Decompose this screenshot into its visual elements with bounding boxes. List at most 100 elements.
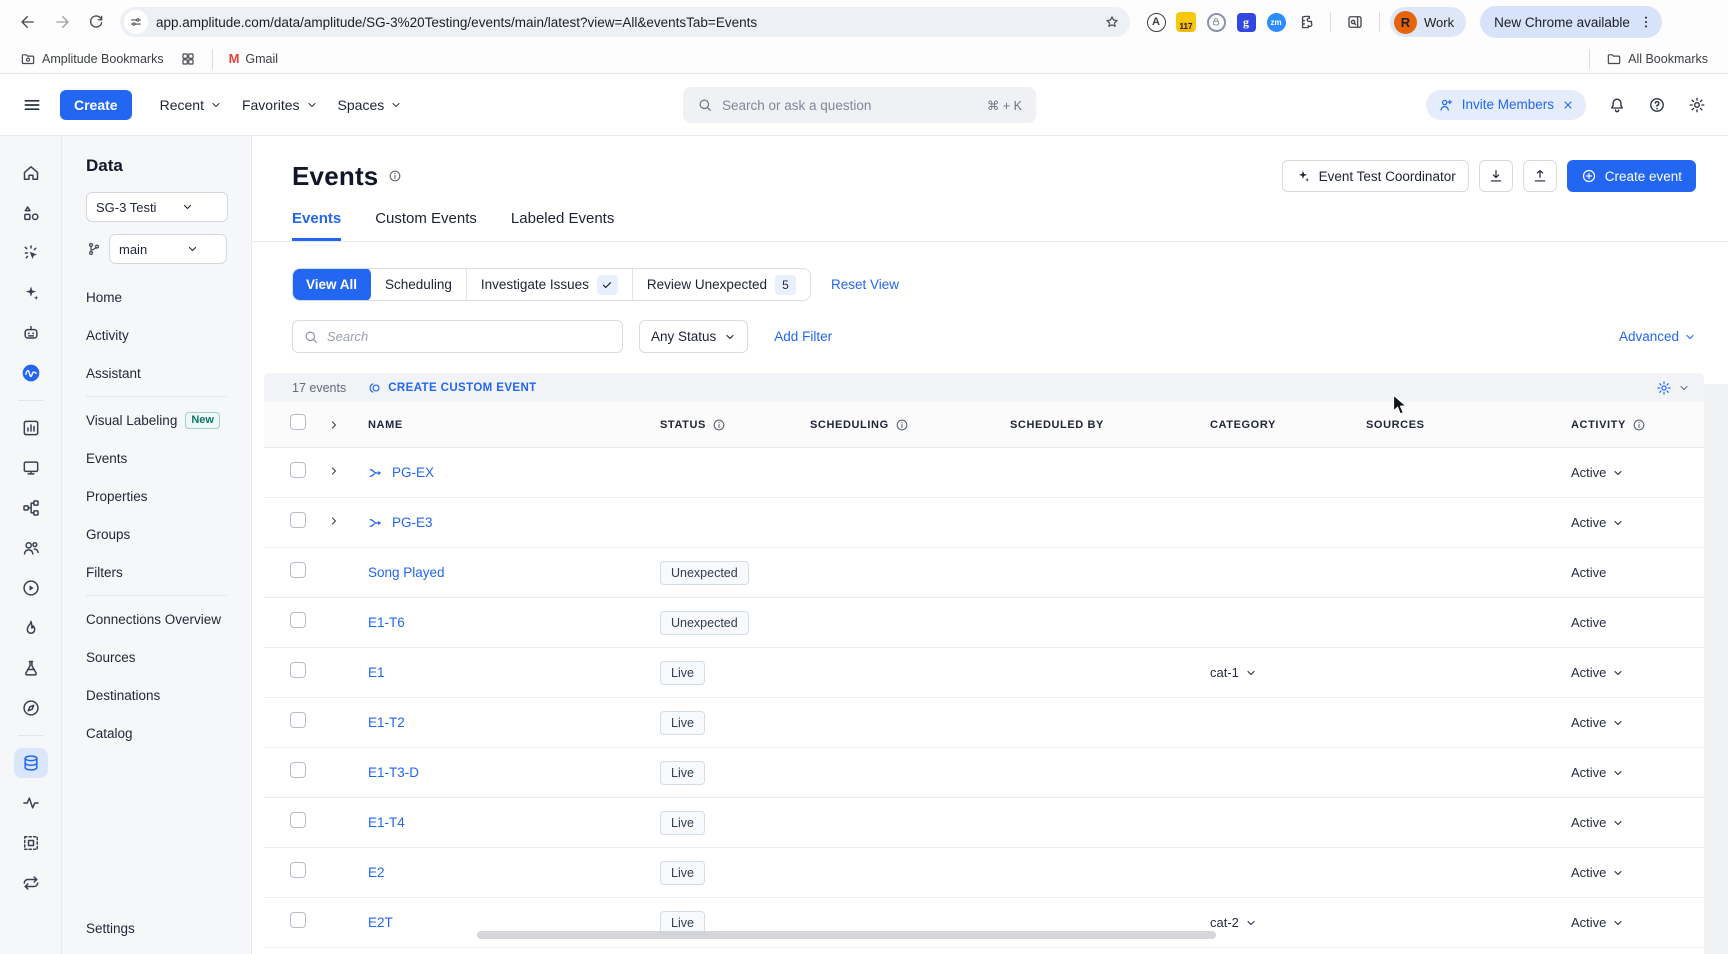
settings-gear-icon[interactable] xyxy=(1688,96,1706,114)
reset-view-link[interactable]: Reset View xyxy=(831,277,899,292)
event-name-link[interactable]: E1 xyxy=(368,665,385,680)
expand-row-chevron-icon[interactable] xyxy=(328,515,340,527)
table-search-input[interactable] xyxy=(327,329,612,344)
rail-item-amplitude-logo[interactable] xyxy=(14,358,48,388)
forward-button[interactable] xyxy=(48,8,76,36)
row-checkbox[interactable] xyxy=(290,762,306,778)
sidebar-item-catalog[interactable]: Catalog xyxy=(86,714,251,752)
extension-a[interactable]: A xyxy=(1146,12,1166,32)
info-icon[interactable] xyxy=(712,418,726,432)
info-icon[interactable] xyxy=(895,418,909,432)
sidebar-item-visual-labeling[interactable]: Visual LabelingNew xyxy=(86,401,251,439)
extension-g[interactable]: g xyxy=(1236,12,1256,32)
sidebar-item-sources[interactable]: Sources xyxy=(86,638,251,676)
rail-item-session-replay[interactable] xyxy=(14,573,48,603)
info-icon[interactable] xyxy=(1632,418,1646,432)
event-name-link[interactable]: E2 xyxy=(368,865,385,880)
activity-select[interactable]: Active xyxy=(1571,765,1704,780)
create-button[interactable]: Create xyxy=(60,90,132,120)
row-checkbox[interactable] xyxy=(290,462,306,478)
sidebar-item-settings[interactable]: Settings xyxy=(86,921,135,936)
sidebar-item-groups[interactable]: Groups xyxy=(86,515,251,553)
global-search-input[interactable] xyxy=(722,98,978,113)
tab-labeled-events[interactable]: Labeled Events xyxy=(511,210,614,241)
column-settings-gear-icon[interactable] xyxy=(1656,380,1672,396)
close-icon[interactable] xyxy=(1562,99,1574,111)
row-checkbox[interactable] xyxy=(290,712,306,728)
global-search[interactable]: ⌘ + K xyxy=(683,87,1036,123)
event-name-link[interactable]: PG-E3 xyxy=(392,515,433,530)
rail-item-signals[interactable] xyxy=(14,788,48,818)
chrome-menu-icon[interactable] xyxy=(1638,14,1654,30)
activity-select[interactable]: Active xyxy=(1571,815,1704,830)
table-search[interactable] xyxy=(292,320,623,353)
site-info-button[interactable] xyxy=(124,10,148,34)
project-select[interactable]: SG-3 Testing xyxy=(86,192,228,222)
rail-item-ai-sparkles[interactable] xyxy=(14,278,48,308)
rail-item-agent-bot[interactable] xyxy=(14,318,48,348)
advanced-link[interactable]: Advanced xyxy=(1619,329,1679,344)
rail-item-visual-click[interactable] xyxy=(14,238,48,268)
event-name-link[interactable]: Song Played xyxy=(368,565,445,580)
extension-badge-117[interactable]: 117 xyxy=(1176,12,1196,32)
expand-all-chevron-icon[interactable] xyxy=(328,419,340,431)
notifications-bell-icon[interactable] xyxy=(1608,96,1626,114)
recent-menu[interactable]: Recent xyxy=(150,89,232,121)
info-icon[interactable] xyxy=(388,169,402,183)
activity-select[interactable]: Active xyxy=(1571,865,1704,880)
hamburger-menu-icon[interactable] xyxy=(22,95,42,115)
tab-custom-events[interactable]: Custom Events xyxy=(375,210,477,241)
sidebar-item-activity[interactable]: Activity xyxy=(86,316,251,354)
rail-item-data[interactable] xyxy=(14,748,48,778)
rail-item-dashboards[interactable] xyxy=(14,453,48,483)
create-event-button[interactable]: Create event xyxy=(1567,160,1696,192)
bookmark-folder-amplitude[interactable]: Amplitude Bookmarks xyxy=(16,49,168,69)
event-test-coordinator-button[interactable]: Event Test Coordinator xyxy=(1282,160,1469,192)
activity-select[interactable]: Active xyxy=(1571,915,1704,930)
sidebar-item-filters[interactable]: Filters xyxy=(86,553,251,591)
extensions-menu-button[interactable] xyxy=(1296,12,1316,32)
activity-select[interactable]: Active xyxy=(1571,515,1704,530)
status-filter-select[interactable]: Any Status xyxy=(639,320,748,353)
row-checkbox[interactable] xyxy=(290,912,306,928)
event-name-link[interactable]: E1-T6 xyxy=(368,615,405,630)
url-text[interactable]: app.amplitude.com/data/amplitude/SG-3%20… xyxy=(156,15,1096,30)
invite-members-pill[interactable]: Invite Members xyxy=(1426,90,1586,120)
rail-item-charts[interactable] xyxy=(14,413,48,443)
sidebar-item-destinations[interactable]: Destinations xyxy=(86,676,251,714)
reload-button[interactable] xyxy=(82,8,110,36)
category-select[interactable]: cat-2 xyxy=(1210,915,1366,930)
back-button[interactable] xyxy=(14,8,42,36)
row-checkbox[interactable] xyxy=(290,862,306,878)
sidebar-item-events[interactable]: Events xyxy=(86,439,251,477)
view-investigate-issues-button[interactable]: Investigate Issues xyxy=(467,269,633,300)
event-name-link[interactable]: PG-EX xyxy=(392,465,434,480)
new-chrome-pill[interactable]: New Chrome available xyxy=(1480,6,1662,38)
activity-select[interactable]: Active xyxy=(1571,465,1704,480)
import-download-button[interactable] xyxy=(1479,160,1513,192)
bookmark-gmail[interactable]: M Gmail xyxy=(225,49,283,68)
all-bookmarks-button[interactable]: All Bookmarks xyxy=(1602,49,1712,69)
export-upload-button[interactable] xyxy=(1523,160,1557,192)
expand-row-chevron-icon[interactable] xyxy=(328,465,340,477)
sidebar-item-connections-overview[interactable]: Connections Overview xyxy=(86,600,251,638)
row-checkbox[interactable] xyxy=(290,812,306,828)
rail-item-journeys[interactable] xyxy=(14,493,48,523)
rail-item-home[interactable] xyxy=(14,158,48,188)
branch-select[interactable]: main xyxy=(109,234,227,264)
apps-shortcut[interactable] xyxy=(176,49,200,69)
rail-item-heatmaps[interactable] xyxy=(14,613,48,643)
row-checkbox[interactable] xyxy=(290,562,306,578)
add-filter-link[interactable]: Add Filter xyxy=(774,329,832,344)
chrome-profile-chip[interactable]: R Work xyxy=(1390,7,1466,37)
select-all-checkbox[interactable] xyxy=(290,414,306,430)
view-review-unexpected-button[interactable]: Review Unexpected 5 xyxy=(633,269,810,300)
sidebar-item-assistant[interactable]: Assistant xyxy=(86,354,251,392)
row-checkbox[interactable] xyxy=(290,612,306,628)
view-all-button[interactable]: View All xyxy=(292,268,372,301)
bookmark-star-icon[interactable] xyxy=(1104,14,1120,30)
create-custom-event-link[interactable]: CREATE CUSTOM EVENT xyxy=(368,381,536,395)
help-icon[interactable] xyxy=(1648,96,1666,114)
rail-item-audiences[interactable] xyxy=(14,533,48,563)
rail-item-explore[interactable] xyxy=(14,693,48,723)
